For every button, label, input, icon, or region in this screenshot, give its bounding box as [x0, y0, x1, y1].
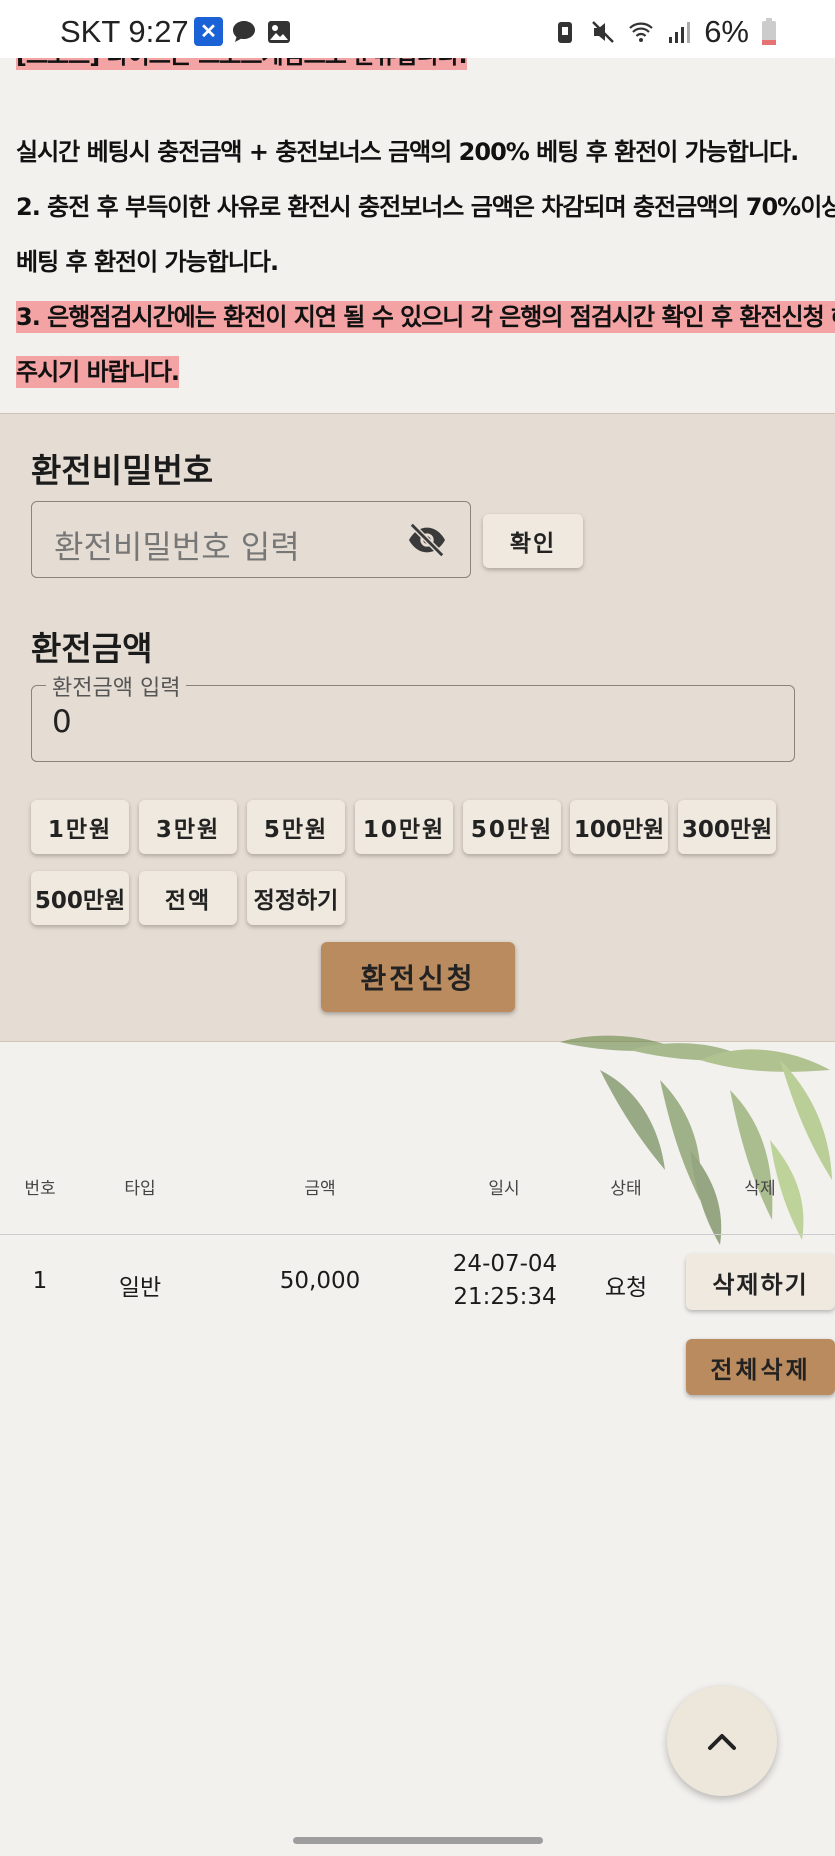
bamboo-decoration — [560, 1035, 832, 1245]
cell-time: 21:25:34 — [453, 1284, 557, 1310]
amount-1man-button[interactable]: 1만원 — [31, 800, 129, 854]
wifi-icon — [629, 22, 653, 42]
cell-status: 요청 — [604, 1275, 648, 1301]
amount-500man-button[interactable]: 500만원 — [31, 871, 129, 925]
amount-50man-button[interactable]: 50만원 — [463, 800, 561, 854]
amount-input[interactable]: 환전금액 입력 0 — [31, 670, 795, 762]
cell-type: 일반 — [118, 1275, 162, 1301]
chat-icon — [229, 17, 258, 46]
withdrawal-form: 환전비밀번호 환전비밀번호 입력 확인 환전금액 환전금액 입력 0 1만원 3… — [0, 413, 835, 1042]
col-header-amount: 금액 — [304, 1179, 336, 1199]
amount-legend: 환전금액 입력 — [46, 670, 187, 702]
col-header-delete: 삭제 — [744, 1179, 776, 1199]
notice-line-4: 3. 은행점검시간에는 환전이 지연 될 수 있으니 각 은행의 점검시간 확인… — [16, 290, 835, 345]
scroll-top-button[interactable] — [667, 1686, 777, 1796]
withdrawal-submit-button[interactable]: 환전신청 — [321, 942, 515, 1012]
amount-all-button[interactable]: 전액 — [139, 871, 237, 925]
notice-line-3: 베팅 후 환전이 가능합니다. — [16, 248, 279, 276]
battery-saver-icon — [558, 22, 573, 43]
status-bar: SKT 9:27 ✕ 6% — [0, 0, 835, 58]
notice-line-1: 실시간 베팅시 충전금액 + 충전보너스 금액의 200% 베팅 후 환전이 가… — [16, 138, 799, 166]
delete-row-button[interactable]: 삭제하기 — [686, 1254, 835, 1310]
eye-off-icon[interactable] — [406, 521, 448, 559]
amount-5man-button[interactable]: 5만원 — [247, 800, 345, 854]
amount-value: 0 — [52, 704, 72, 740]
amount-title: 환전금액 — [31, 629, 153, 668]
password-placeholder: 환전비밀번호 입력 — [54, 528, 300, 566]
amount-100man-button[interactable]: 100만원 — [570, 800, 668, 854]
password-input[interactable]: 환전비밀번호 입력 — [31, 501, 471, 578]
battery-icon — [762, 18, 776, 45]
notice-line-2: 2. 충전 후 부득이한 사유로 환전시 충전보너스 금액은 차감되며 충전금액… — [16, 193, 835, 221]
table-divider — [0, 1234, 835, 1235]
status-time: SKT 9:27 — [60, 14, 189, 49]
signal-icon — [669, 22, 691, 43]
cell-amount: 50,000 — [279, 1268, 361, 1294]
amount-300man-button[interactable]: 300만원 — [678, 800, 776, 854]
amount-3man-button[interactable]: 3만원 — [139, 800, 237, 854]
notice-line-5: 주시기 바랍니다. — [16, 356, 180, 388]
notification-icons: ✕ — [194, 17, 293, 46]
delete-all-button[interactable]: 전체삭제 — [686, 1339, 835, 1395]
gallery-icon — [264, 17, 293, 46]
col-header-status: 상태 — [610, 1179, 642, 1199]
password-title: 환전비밀번호 — [31, 451, 214, 490]
col-header-date: 일시 — [488, 1179, 520, 1199]
system-icons: 6% — [552, 14, 777, 50]
col-header-type: 타입 — [124, 1179, 156, 1199]
col-header-number: 번호 — [24, 1179, 56, 1199]
confirm-button[interactable]: 확인 — [483, 514, 583, 568]
cell-number: 1 — [32, 1268, 48, 1294]
mute-icon — [592, 21, 615, 43]
amount-10man-button[interactable]: 10만원 — [355, 800, 453, 854]
amount-reset-button[interactable]: 정정하기 — [247, 871, 345, 925]
battery-percent: 6% — [704, 14, 749, 49]
cell-date: 24-07-04 — [452, 1251, 558, 1277]
app-notification-icon: ✕ — [194, 17, 223, 46]
home-indicator[interactable] — [293, 1837, 543, 1844]
chevron-up-icon — [708, 1734, 736, 1750]
